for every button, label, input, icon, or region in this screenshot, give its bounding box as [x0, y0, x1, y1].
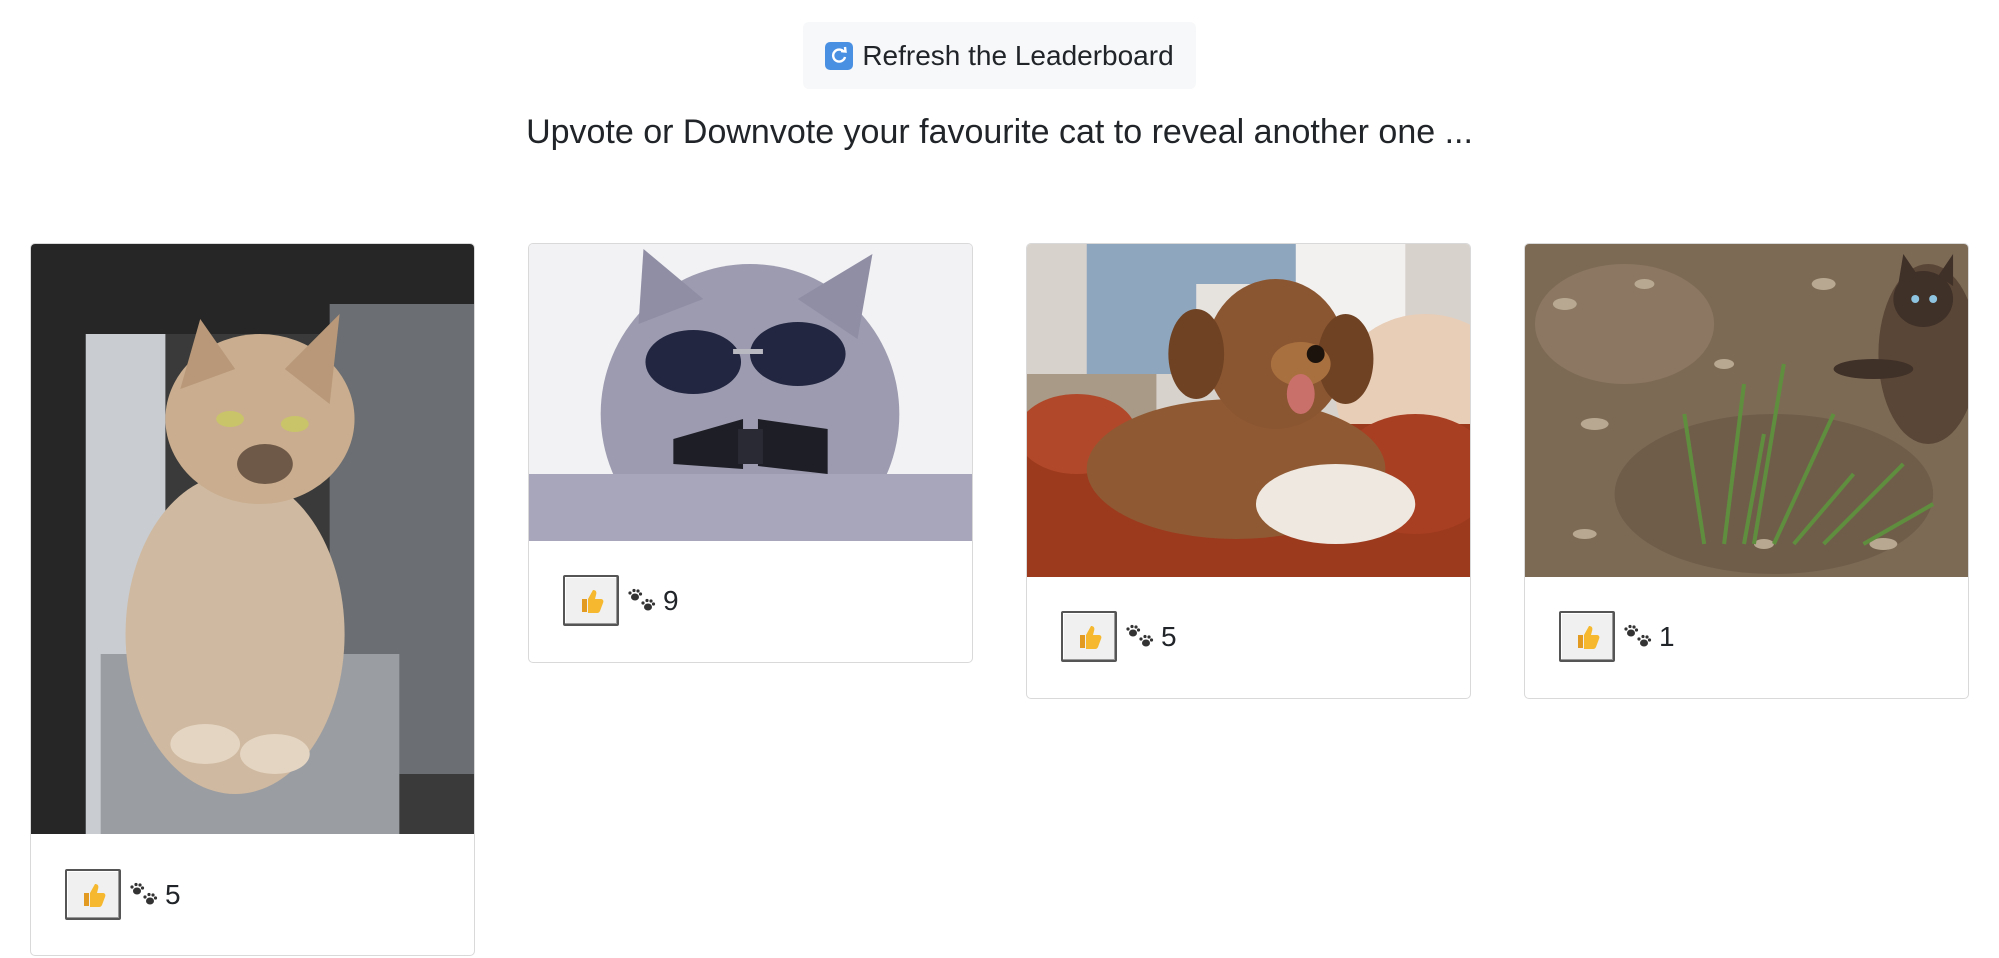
paw-prints-icon	[1624, 624, 1652, 646]
upvote-button[interactable]	[1559, 611, 1615, 662]
thumbs-up-icon	[84, 883, 106, 907]
upvote-button[interactable]	[1061, 611, 1117, 662]
refresh-leaderboard-button[interactable]: Refresh the Leaderboard	[803, 22, 1196, 89]
upvote-button[interactable]	[563, 575, 619, 626]
cat-card: 5	[1026, 243, 1471, 699]
top-bar: Refresh the Leaderboard Upvote or Downvo…	[0, 0, 1999, 151]
thumbs-up-icon	[1578, 625, 1600, 649]
vote-row: 1	[1559, 611, 1675, 662]
cat-photo[interactable]	[1027, 244, 1470, 577]
cat-photo[interactable]	[1525, 244, 1968, 577]
cat-photo[interactable]	[529, 244, 972, 541]
cat-card: 9	[528, 243, 973, 663]
vote-row: 5	[1061, 611, 1177, 662]
cat-card: 5	[30, 243, 475, 956]
thumbs-up-icon	[582, 589, 604, 613]
paw-prints-icon	[1126, 624, 1154, 646]
page-instruction: Upvote or Downvote your favourite cat to…	[526, 113, 1473, 151]
upvote-count: 5	[165, 878, 181, 910]
paw-prints-icon	[628, 588, 656, 610]
upvote-button[interactable]	[65, 869, 121, 920]
refresh-icon	[825, 41, 854, 70]
paw-prints-icon	[130, 882, 158, 904]
vote-row: 5	[65, 869, 181, 920]
thumbs-up-icon	[1080, 625, 1102, 649]
upvote-count: 1	[1659, 620, 1675, 652]
upvote-count: 9	[663, 584, 679, 616]
cat-photo[interactable]	[31, 244, 474, 834]
upvote-count: 5	[1161, 620, 1177, 652]
cat-card: 1	[1524, 243, 1969, 699]
vote-row: 9	[563, 575, 679, 626]
refresh-label: Refresh the Leaderboard	[862, 39, 1174, 71]
